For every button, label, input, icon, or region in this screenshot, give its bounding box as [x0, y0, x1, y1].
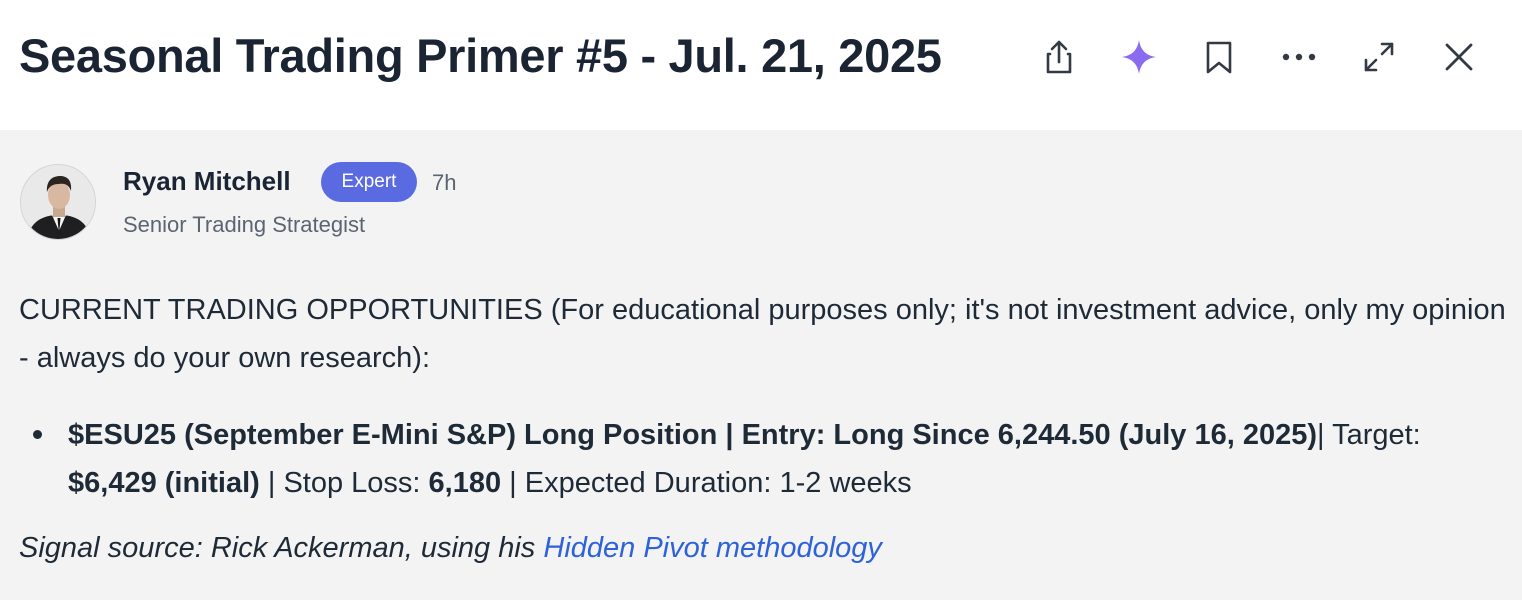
bookmark-icon [1206, 41, 1232, 74]
signal-source: Signal source: Rick Ackerman, using his … [19, 524, 882, 572]
more-icon [1282, 53, 1316, 61]
share-button[interactable] [1034, 32, 1084, 82]
author-role: Senior Trading Strategist [123, 212, 366, 237]
page-title: Seasonal Trading Primer #5 - Jul. 21, 20… [19, 29, 942, 82]
expand-button[interactable] [1354, 32, 1404, 82]
stop-value: 6,180 [428, 467, 502, 499]
target-label: | Target: [1317, 419, 1421, 451]
methodology-link[interactable]: Hidden Pivot methodology [543, 532, 882, 564]
trade-headline: $ESU25 (September E-Mini S&P) Long Posit… [68, 419, 1317, 451]
bookmark-button[interactable] [1194, 32, 1244, 82]
close-button[interactable] [1434, 32, 1484, 82]
share-icon [1046, 40, 1072, 74]
author-name[interactable]: Ryan Mitchell [123, 166, 291, 197]
bullet-marker [33, 430, 42, 439]
sparkle-icon [1122, 40, 1156, 74]
article-header: Seasonal Trading Primer #5 - Jul. 21, 20… [0, 0, 1522, 130]
expert-badge: Expert [321, 162, 417, 202]
signal-prefix: Signal source: Rick Ackerman, using his [19, 532, 544, 564]
target-value: $6,429 (initial) [68, 467, 260, 499]
stop-label: | Stop Loss: [259, 467, 429, 499]
post-intro: CURRENT TRADING OPPORTUNITIES (For educa… [19, 294, 1506, 374]
avatar[interactable] [20, 164, 96, 240]
post-timestamp: 7h [432, 170, 457, 195]
duration-text: | Expected Duration: 1-2 weeks [501, 467, 912, 499]
trade-bullet: $ESU25 (September E-Mini S&P) Long Posit… [68, 411, 1498, 507]
close-icon [1445, 43, 1473, 71]
ai-assistant-button[interactable] [1114, 32, 1164, 82]
more-options-button[interactable] [1274, 32, 1324, 82]
expand-icon [1364, 42, 1394, 72]
